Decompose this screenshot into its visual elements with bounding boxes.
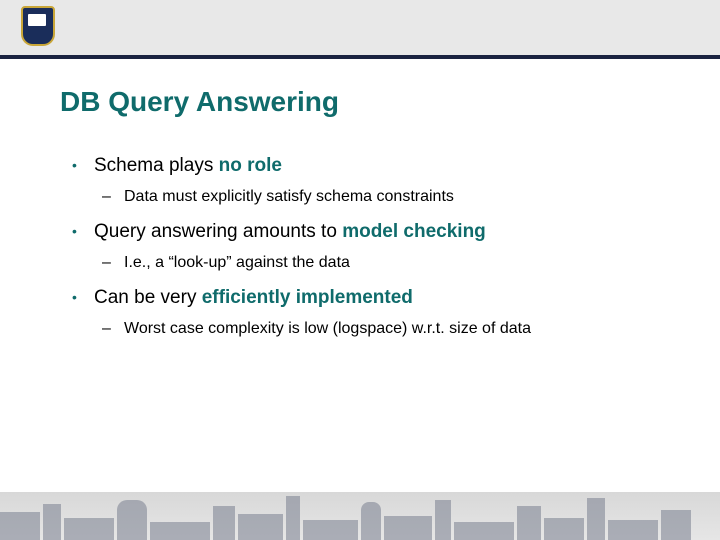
content-area: • Schema plays no role – Data must expli… [72, 140, 672, 344]
sub-bullet-text: I.e., a “look-up” against the data [124, 254, 350, 272]
bullet-marker-icon: • [72, 220, 94, 242]
bullet-marker-icon: • [72, 154, 94, 176]
footer-band [0, 492, 720, 540]
bullet-text: Query answering amounts to model checkin… [94, 220, 486, 244]
bullet-text: Schema plays no role [94, 154, 282, 178]
dash-marker-icon: – [102, 320, 124, 338]
bullet-text: Can be very efficiently implemented [94, 286, 413, 310]
bullet-marker-icon: • [72, 286, 94, 308]
bullet-item: • Query answering amounts to model check… [72, 220, 672, 244]
header-divider [0, 55, 720, 59]
sub-bullet-item: – Data must explicitly satisfy schema co… [102, 188, 672, 206]
sub-bullet-item: – I.e., a “look-up” against the data [102, 254, 672, 272]
slide-title: DB Query Answering [60, 86, 339, 118]
skyline-decoration [0, 492, 720, 540]
header-band [0, 0, 720, 55]
dash-marker-icon: – [102, 254, 124, 272]
bullet-strong: efficiently implemented [202, 287, 413, 308]
bullet-item: • Schema plays no role [72, 154, 672, 178]
bullet-strong: model checking [342, 221, 486, 242]
sub-bullet-item: – Worst case complexity is low (logspace… [102, 320, 672, 338]
bullet-pre: Query answering amounts to [94, 221, 342, 242]
sub-bullet-text: Worst case complexity is low (logspace) … [124, 320, 531, 338]
bullet-pre: Schema plays [94, 155, 219, 176]
sub-bullet-text: Data must explicitly satisfy schema cons… [124, 188, 454, 206]
bullet-strong: no role [219, 155, 282, 176]
bullet-pre: Can be very [94, 287, 202, 308]
bullet-item: • Can be very efficiently implemented [72, 286, 672, 310]
dash-marker-icon: – [102, 188, 124, 206]
crest-logo [18, 6, 58, 54]
